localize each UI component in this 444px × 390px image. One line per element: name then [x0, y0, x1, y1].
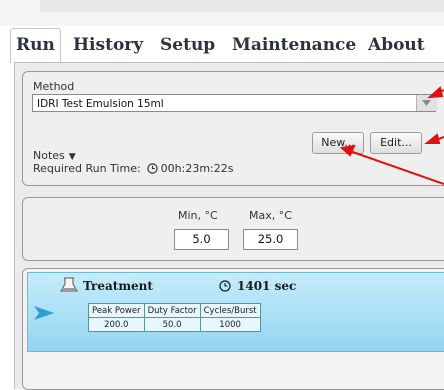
annotation-arrowhead-new — [339, 144, 356, 157]
annotation-arrowhead-dropdown — [427, 86, 444, 99]
annotation-arrows — [339, 86, 444, 185]
annotation-arrow-new — [346, 149, 444, 185]
annotation-arrowhead-edit — [424, 133, 441, 144]
